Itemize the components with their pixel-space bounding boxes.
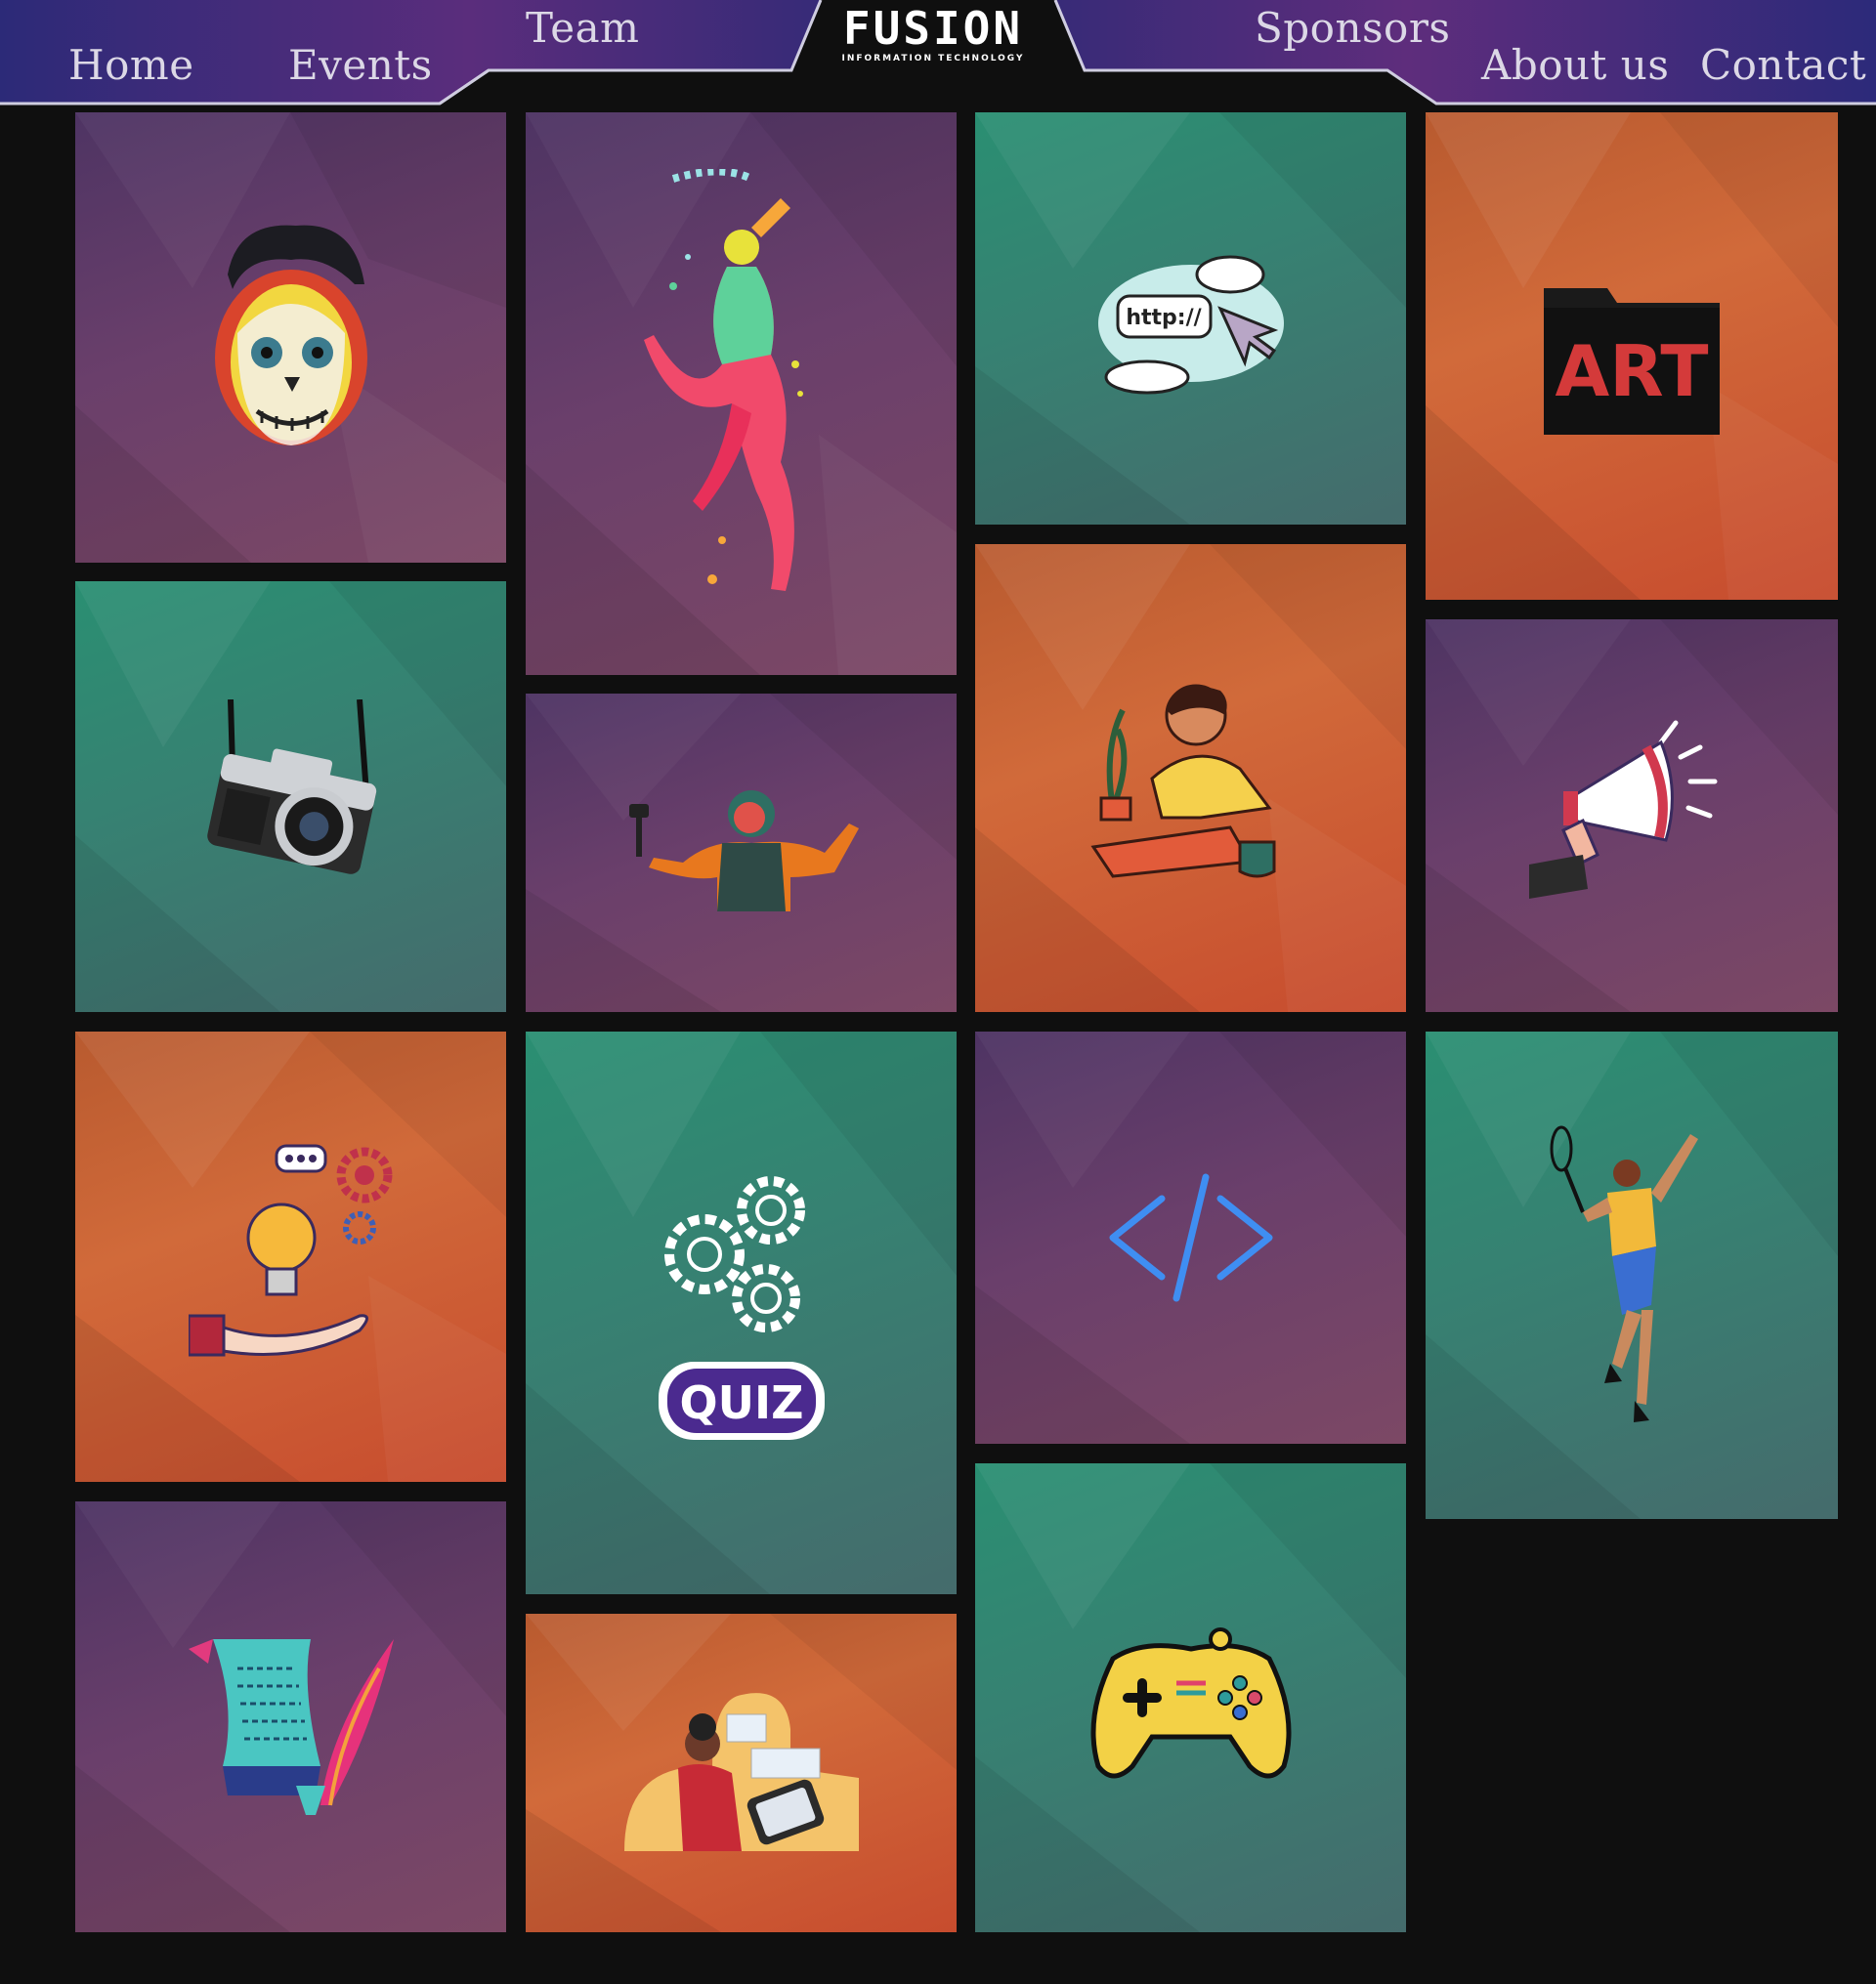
event-tile-writing[interactable] <box>75 1501 506 1932</box>
gamepad-icon <box>1090 1627 1291 1779</box>
vlogger-icon <box>628 790 859 911</box>
event-tile-vlogging[interactable] <box>526 694 957 1012</box>
camera-icon <box>206 698 376 874</box>
web-url-cloud-icon: http:// <box>1097 255 1284 395</box>
event-tile-ideas[interactable] <box>75 1032 506 1482</box>
logo-subtitle: INFORMATION TECHNOLOGY <box>841 54 1025 63</box>
idea-bulb-gears-icon <box>188 1144 392 1356</box>
event-tile-photography[interactable] <box>75 581 506 1012</box>
event-tile-promotion[interactable] <box>1426 619 1838 1012</box>
event-tile-web[interactable]: http:// <box>975 112 1406 525</box>
designer-tablet-icon <box>623 1693 859 1851</box>
fusion-logo[interactable]: FUSION INFORMATION TECHNOLOGY <box>840 4 1026 68</box>
art-folder-icon: ART <box>1544 287 1720 435</box>
event-tile-dance[interactable] <box>526 112 957 675</box>
event-tile-badminton[interactable] <box>1426 1032 1838 1519</box>
digital-drawing-icon <box>1089 684 1275 878</box>
nav-contact[interactable]: Contact <box>1700 41 1866 89</box>
badminton-player-icon <box>1550 1125 1698 1422</box>
code-brackets-icon <box>1109 1173 1272 1302</box>
quiz-label: QUIZ <box>679 1376 803 1429</box>
url-label: http:// <box>1126 306 1202 330</box>
nav-home[interactable]: Home <box>68 41 194 89</box>
event-tile-drawing[interactable] <box>975 544 1406 1012</box>
logo-wordmark: FUSION <box>842 2 1024 55</box>
nav-sponsors[interactable]: Sponsors <box>1255 4 1450 52</box>
nav-events[interactable]: Events <box>288 41 433 89</box>
event-tile-coding[interactable] <box>975 1032 1406 1444</box>
scroll-quill-icon <box>188 1638 394 1815</box>
event-tile-design[interactable] <box>526 1614 957 1932</box>
event-tile-gaming[interactable] <box>975 1463 1406 1932</box>
top-navbar: Home Events Team FUSION INFORMATION TECH… <box>0 0 1876 107</box>
quiz-gears-icon: QUIZ <box>658 1176 825 1440</box>
art-label: ART <box>1555 330 1708 412</box>
event-tile-face-paint[interactable] <box>75 112 506 563</box>
nav-about-us[interactable]: About us <box>1481 41 1669 89</box>
event-tile-quiz[interactable]: QUIZ <box>526 1032 957 1594</box>
event-tile-art[interactable]: ART <box>1426 112 1838 600</box>
nav-team[interactable]: Team <box>526 4 639 52</box>
megaphone-icon <box>1529 720 1718 899</box>
colorful-dancer-icon <box>643 169 803 591</box>
sugar-skull-face-icon <box>214 225 367 445</box>
